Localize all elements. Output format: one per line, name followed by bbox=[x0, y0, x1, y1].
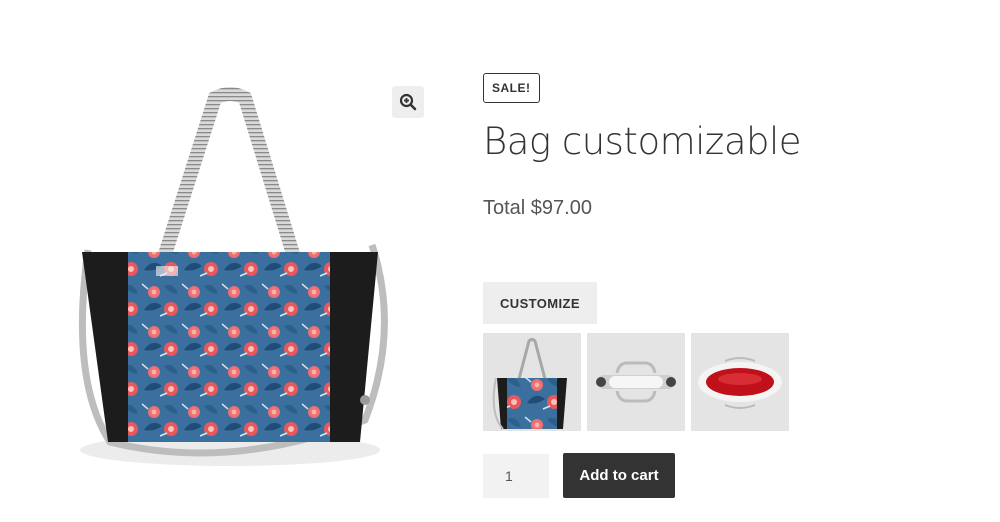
product-title: Bag customizable bbox=[483, 120, 802, 163]
thumbnail-list bbox=[483, 333, 789, 431]
product-summary: SALE! Bag customizable Total $97.00 CUST… bbox=[483, 73, 963, 498]
zoom-button[interactable] bbox=[392, 86, 424, 118]
product-main-image[interactable] bbox=[60, 80, 430, 500]
bag-interior-image bbox=[691, 333, 789, 431]
add-to-cart-button[interactable]: Add to cart bbox=[563, 453, 675, 498]
bag-handle-image bbox=[587, 333, 685, 431]
sale-badge: SALE! bbox=[483, 73, 540, 103]
customize-button[interactable]: CUSTOMIZE bbox=[483, 282, 597, 324]
product-gallery bbox=[60, 80, 430, 500]
product-price: Total $97.00 bbox=[483, 197, 592, 219]
magnify-plus-icon bbox=[399, 93, 417, 111]
thumbnail-handle[interactable] bbox=[587, 333, 685, 431]
thumbnail-front-bag[interactable] bbox=[483, 333, 581, 431]
bag-front-image bbox=[483, 333, 581, 431]
quantity-input[interactable] bbox=[483, 454, 549, 498]
thumbnail-red-interior[interactable] bbox=[691, 333, 789, 431]
